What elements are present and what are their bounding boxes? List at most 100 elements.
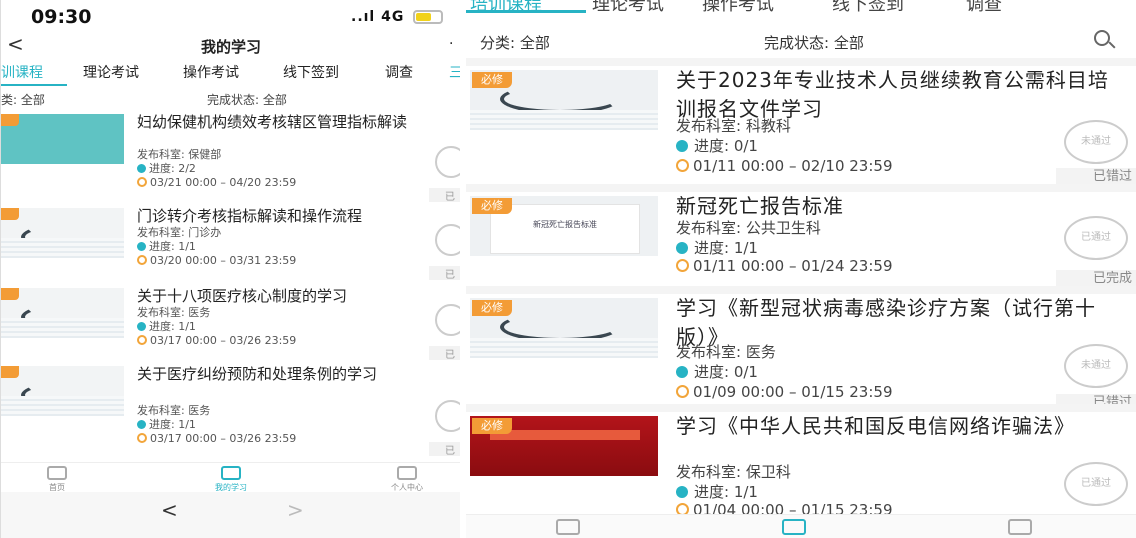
course-time: 01/09 00:00 – 01/15 23:59 [676,382,892,402]
list-item[interactable]: 关于医疗纠纷预防和处理条例的学习 发布科室: 医务 进度: 1/1 03/17 … [1,364,460,457]
progress-icon [137,164,146,173]
doc-title: 新冠死亡报告标准 [533,220,597,229]
course-progress: 进度: 1/1 [676,238,758,258]
list-item[interactable]: 新冠死亡报告标准 必修 新冠死亡报告标准 发布科室: 公共卫生科 进度: 1/1… [466,184,1136,288]
course-title: 门诊转介考核指标解读和操作流程 [137,207,363,225]
required-tag [1,366,19,378]
filter-bar: 分类: 全部 完成状态: 全部 [466,24,1136,58]
page-title: 我的学习 [200,38,261,56]
tab-courses[interactable]: 培训课程 [470,0,542,16]
course-dept: 发布科室: 保卫科 [676,463,791,481]
course-time: 03/17 00:00 – 03/26 23:59 [137,432,296,446]
tab-theory-exam[interactable]: 理论考试 [83,62,139,82]
course-time: 01/11 00:00 – 02/10 23:59 [676,156,892,176]
status-bar: 09:30 ..ıl 4G [1,0,460,30]
course-dept: 发布科室: 保健部 [137,148,222,161]
list-item[interactable]: 必修 学习《中华人民共和国反电信网络诈骗法》 发布科室: 保卫科 进度: 1/1… [466,404,1136,519]
battery-icon [413,10,443,24]
clock-icon [137,177,147,187]
course-progress: 进度: 1/1 [676,482,758,502]
home-icon[interactable] [556,519,580,535]
tab-practical-exam[interactable]: 操作考试 [702,0,774,16]
bottom-tab-bar: 首页 我的学习 个人中心 [1,462,460,492]
clock-icon [137,255,147,265]
progress-icon [676,366,688,378]
tab-home[interactable]: 首页 [27,463,87,493]
course-title: 关于医疗纠纷预防和处理条例的学习 [137,365,378,383]
course-time: 03/17 00:00 – 03/26 23:59 [137,334,296,348]
browser-forward-button[interactable]: > [287,498,304,522]
tab-profile[interactable]: 个人中心 [377,463,437,493]
course-title: 新冠死亡报告标准 [676,194,844,218]
book-icon[interactable] [782,519,806,535]
course-time: 03/20 00:00 – 03/31 23:59 [137,254,296,268]
tab-offline-signin[interactable]: 线下签到 [283,62,339,82]
course-title: 妇幼保健机构绩效考核辖区管理指标解读 [137,113,408,131]
tab-underline [1,84,67,86]
user-icon[interactable] [1008,519,1032,535]
course-progress: 进度: 1/1 [137,320,196,334]
search-icon[interactable] [1094,30,1116,49]
progress-icon [137,322,146,331]
category-filter[interactable]: 类: 全部 [1,91,45,108]
required-tag: 必修 [472,418,512,434]
home-icon [47,466,67,480]
course-dept: 发布科室: 科教科 [676,117,791,135]
result-stamp: 已通过 [1064,462,1128,506]
clock-icon [676,159,689,172]
result-stamp: 未通过 [1064,344,1128,388]
list-item[interactable]: 必修 学习《新型冠状病毒感染诊疗方案（试行第十版）》 发布科室: 医务 进度: … [466,286,1136,412]
book-icon [221,466,241,480]
required-tag [1,208,19,220]
tab-practical-exam[interactable]: 操作考试 [183,62,239,82]
list-item[interactable]: 必修 关于2023年专业技术人员继续教育公需科目培训报名文件学习 发布科室: 科… [466,58,1136,186]
right-phone-screen: 培训课程 理论考试 操作考试 线下签到 调查 分类: 全部 完成状态: 全部 必… [466,0,1136,538]
course-progress: 进度: 0/1 [676,136,758,156]
status-filter[interactable]: 完成状态: 全部 [764,32,864,53]
tab-survey[interactable]: 调查 [966,0,1002,16]
status-label: 已 [429,442,460,457]
browser-toolbar: < > [1,492,460,538]
required-tag: 必修 [472,198,512,214]
result-stamp: 未通过 [1064,120,1128,164]
status-label: 已 [429,346,460,361]
tab-menu-icon[interactable]: 三 [449,62,460,82]
tab-underline [466,10,586,13]
signal-indicator: ..ıl 4G [351,9,405,25]
required-tag: 必修 [472,300,512,316]
course-dept: 发布科室: 公共卫生科 [676,219,821,237]
course-time: 01/11 00:00 – 01/24 23:59 [676,256,892,276]
tab-survey[interactable]: 调查 [385,62,413,82]
course-progress: 进度: 2/2 [137,162,196,176]
filter-bar: 类: 全部 完成状态: 全部 [1,88,460,110]
status-filter[interactable]: 完成状态: 全部 [207,91,287,108]
status-label: 已 [429,188,460,203]
tab-theory-exam[interactable]: 理论考试 [592,0,664,16]
progress-icon [137,242,146,251]
tab-my-learning[interactable]: 我的学习 [201,463,261,493]
left-phone-screen: 09:30 ..ıl 4G < 我的学习 · 训课程 理论考试 操作考试 线下签… [0,0,460,538]
list-item[interactable]: 妇幼保健机构绩效考核辖区管理指标解读 发布科室: 保健部 进度: 2/2 03/… [1,112,460,203]
clock-icon [137,335,147,345]
course-dept: 发布科室: 门诊办 [137,226,222,239]
course-dept: 发布科室: 医务 [137,404,211,417]
tab-courses[interactable]: 训课程 [1,62,43,82]
more-button[interactable]: · [449,36,453,52]
tab-offline-signin[interactable]: 线下签到 [832,0,904,16]
tab-bar: 训课程 理论考试 操作考试 线下签到 调查 三 [1,60,460,86]
list-item[interactable]: 关于十八项医疗核心制度的学习 发布科室: 医务 进度: 1/1 03/17 00… [1,286,460,374]
tab-bar: 培训课程 理论考试 操作考试 线下签到 调查 [466,0,1136,16]
category-filter[interactable]: 分类: 全部 [480,32,550,53]
required-tag [1,288,19,300]
course-dept: 发布科室: 医务 [137,306,211,319]
clock-icon [137,433,147,443]
progress-icon [137,420,146,429]
browser-back-button[interactable]: < [161,498,178,522]
result-stamp [435,224,460,256]
course-progress: 进度: 1/1 [137,418,196,432]
required-tag: 必修 [472,72,512,88]
progress-icon [676,140,688,152]
course-progress: 进度: 1/1 [137,240,196,254]
list-item[interactable]: 门诊转介考核指标解读和操作流程 发布科室: 门诊办 进度: 1/1 03/20 … [1,206,460,294]
course-time: 03/21 00:00 – 04/20 23:59 [137,176,296,190]
